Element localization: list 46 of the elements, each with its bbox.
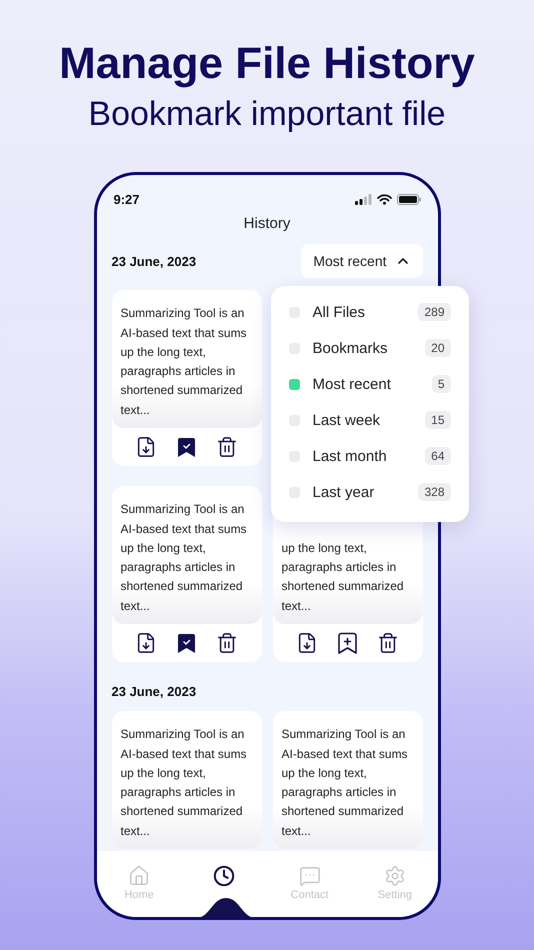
- option-label: All Files: [312, 304, 366, 320]
- date-heading: 23 June, 2023: [112, 684, 196, 699]
- count-badge: 328: [418, 483, 450, 501]
- option-label: Last year: [312, 484, 376, 500]
- selected-tab-indicator: [196, 896, 256, 918]
- option-label: Last week: [312, 412, 382, 428]
- trash-icon[interactable]: [216, 632, 238, 654]
- sort-option[interactable]: Last month 64: [288, 438, 450, 474]
- count-badge: 289: [418, 303, 450, 321]
- sort-option[interactable]: Most recent 5: [288, 366, 450, 402]
- history-card[interactable]: Summarizing Tool is an AI-based text that sums up the long text, paragraphs articles in shortened summarized text...: [112, 486, 262, 662]
- screen-title: History: [244, 215, 290, 232]
- sort-option[interactable]: All Files 289: [288, 294, 450, 330]
- count-badge: 20: [425, 339, 450, 357]
- sort-dropdown[interactable]: Most recent: [301, 244, 422, 278]
- signal-icon: [354, 194, 372, 204]
- bookmark-check-icon[interactable]: [176, 632, 196, 654]
- battery-icon: [396, 194, 420, 204]
- wifi-icon: [376, 194, 392, 204]
- count-badge: 15: [425, 411, 450, 429]
- chat-icon: [298, 865, 321, 887]
- bookmark-plus-icon[interactable]: [337, 632, 358, 654]
- card-text: Summarizing Tool is an AI-based text that sums up the long text, paragraphs articles in shortened summarized text...: [120, 305, 248, 419]
- card-text: Summarizing Tool is an AI-based text that sums up the long text, paragraphs articles in shortened summarized text...: [282, 726, 409, 840]
- history-card[interactable]: Summarizing Tool is an AI-based text that sums up the long text, paragraphs articles in shortened summarized text...: [112, 290, 262, 466]
- card-text: Summarizing Tool is an AI-based text that sums up the long text, paragraphs articles in shortened summarized text...: [120, 501, 248, 615]
- card-text: up the long text, paragraphs articles in shortened summarized text...: [282, 540, 405, 615]
- trash-icon[interactable]: [216, 436, 238, 458]
- option-label: Most recent: [312, 376, 392, 392]
- bookmark-check-icon[interactable]: [176, 436, 196, 458]
- status-time: 9:27: [114, 192, 140, 206]
- count-badge: 5: [432, 375, 450, 393]
- settings-icon: [384, 865, 406, 887]
- download-file-icon[interactable]: [296, 632, 318, 654]
- page-title: Manage File History: [59, 40, 475, 88]
- page-subtitle: Bookmark important file: [88, 94, 446, 134]
- count-badge: 64: [425, 447, 450, 465]
- trash-icon[interactable]: [377, 632, 399, 654]
- clock-icon: [213, 865, 236, 887]
- option-label: Bookmarks: [312, 340, 389, 356]
- home-icon: [128, 865, 150, 887]
- sort-option[interactable]: Last week 15: [288, 402, 450, 438]
- date-heading: 23 June, 2023: [112, 254, 196, 268]
- option-label: Last month: [312, 448, 388, 464]
- sort-option[interactable]: Bookmarks 20: [288, 330, 450, 366]
- card-text: Summarizing Tool is an AI-based text that sums up the long text, paragraphs articles in shortened summarized text...: [120, 726, 248, 840]
